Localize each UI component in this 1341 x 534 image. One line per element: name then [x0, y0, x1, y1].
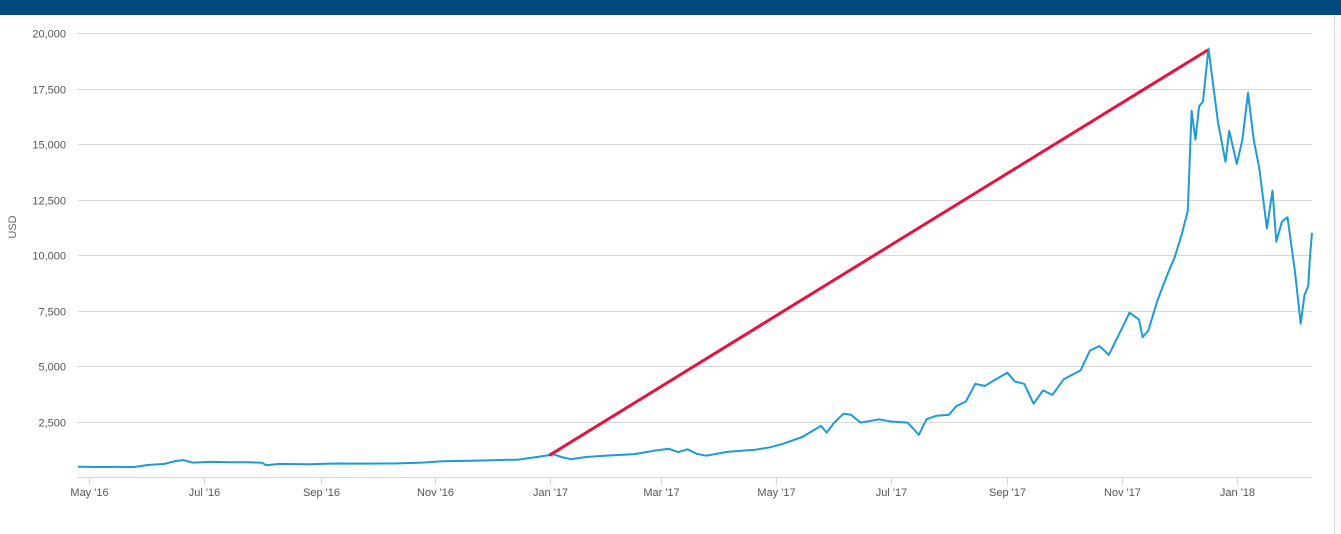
- x-tick-label: Nov '17: [1104, 487, 1141, 499]
- x-tick-label: Jan '17: [533, 487, 568, 499]
- series-group: [77, 47, 1313, 468]
- y-tick-label: 15,000: [32, 140, 66, 152]
- y-tick-label: 20,000: [32, 29, 66, 41]
- x-tick-label: Jul '17: [876, 487, 907, 499]
- y-tick-label: 10,000: [32, 251, 66, 263]
- y-axis-title: USD: [7, 215, 19, 238]
- y-tick-label: 7,500: [38, 307, 66, 319]
- y-tick-label: 12,500: [32, 196, 66, 208]
- x-tick-label: Sep '17: [989, 487, 1026, 499]
- annotation-group: [548, 49, 1209, 457]
- x-tick-label: May '16: [70, 487, 108, 499]
- x-axis: May '16 Jul '16 Sep '16 Nov '16 Jan '17 Mar '…: [70, 477, 1312, 499]
- series-line: [77, 47, 1313, 468]
- price-chart: 2,500 5,000 7,500 10,000 12,500 15,000 17,500 2…: [7, 29, 1313, 499]
- x-tick-label: Mar '17: [643, 487, 679, 499]
- trend-line: [548, 49, 1209, 457]
- y-axis-labels: 2,500 5,000 7,500 10,000 12,500 15,000 17,500 2…: [32, 29, 66, 430]
- y-tick-label: 2,500: [38, 418, 66, 430]
- y-tick-label: 17,500: [32, 85, 66, 97]
- x-tick-label: Jul '16: [189, 487, 220, 499]
- x-tick-label: Nov '16: [417, 487, 454, 499]
- x-tick-label: May '17: [757, 487, 795, 499]
- x-tick-label: Sep '16: [303, 487, 340, 499]
- x-tick-label: Jan '18: [1220, 487, 1255, 499]
- y-tick-label: 5,000: [38, 362, 66, 374]
